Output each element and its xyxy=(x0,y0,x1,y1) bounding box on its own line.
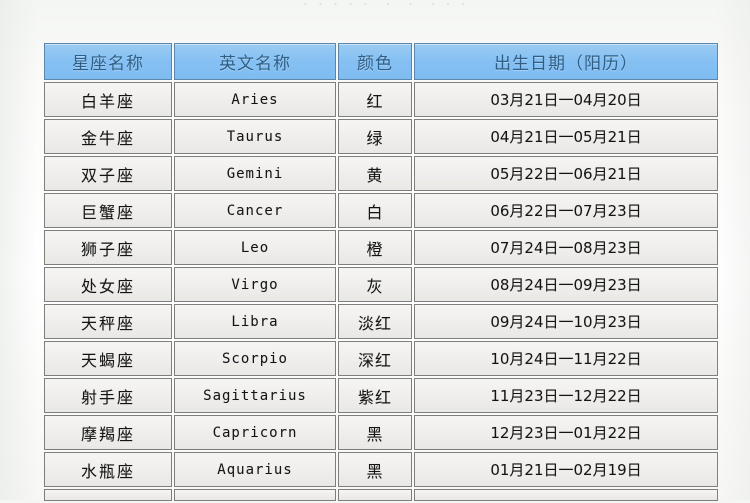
cell-date: 05月22日一06月21日 xyxy=(414,156,718,191)
column-header-color: 颜色 xyxy=(338,43,412,80)
cell-en: Aries xyxy=(174,82,336,117)
cell-en: Leo xyxy=(174,230,336,265)
cell-name: 狮子座 xyxy=(44,230,172,265)
cell-en: Capricorn xyxy=(174,415,336,450)
table-row: 天秤座 Libra 淡红 09月24日一10月23日 xyxy=(44,304,718,339)
cell-date: 08月24日一09月23日 xyxy=(414,267,718,302)
cell-color: 黑 xyxy=(338,452,412,487)
cell-en: Cancer xyxy=(174,193,336,228)
cell-color: 深红 xyxy=(338,341,412,376)
cell-date: 09月24日一10月23日 xyxy=(414,304,718,339)
cell-en: Libra xyxy=(174,304,336,339)
cell-en: Gemini xyxy=(174,156,336,191)
cell-en: Taurus xyxy=(174,119,336,154)
cell-clipped xyxy=(174,489,336,501)
table-row-clipped xyxy=(44,489,718,501)
cell-name: 双子座 xyxy=(44,156,172,191)
table-row: 金牛座 Taurus 绿 04月21日一05月21日 xyxy=(44,119,718,154)
scan-top-text-remnant: ・・・・・ ・ ・ ・・・ xyxy=(300,0,473,9)
table-row: 处女座 Virgo 灰 08月24日一09月23日 xyxy=(44,267,718,302)
table-row: 天蝎座 Scorpio 深红 10月24日一11月22日 xyxy=(44,341,718,376)
table-body: 白羊座 Aries 红 03月21日一04月20日 金牛座 Taurus 绿 04月21日一0… xyxy=(44,82,718,501)
cell-date: 11月23日一12月22日 xyxy=(414,378,718,413)
zodiac-table-container: 星座名称 英文名称 颜色 出生日期（阳历） 白羊座 Aries 红 03月21日一04… xyxy=(42,41,718,503)
cell-name: 巨蟹座 xyxy=(44,193,172,228)
cell-clipped xyxy=(44,489,172,501)
cell-color: 白 xyxy=(338,193,412,228)
cell-date: 06月22日一07月23日 xyxy=(414,193,718,228)
cell-name: 金牛座 xyxy=(44,119,172,154)
zodiac-sign-table: 星座名称 英文名称 颜色 出生日期（阳历） 白羊座 Aries 红 03月21日一04… xyxy=(42,41,720,503)
table-row: 白羊座 Aries 红 03月21日一04月20日 xyxy=(44,82,718,117)
cell-en: Sagittarius xyxy=(174,378,336,413)
cell-date: 07月24日一08月23日 xyxy=(414,230,718,265)
column-header-birth-date: 出生日期（阳历） xyxy=(414,43,718,80)
column-header-sign-name: 星座名称 xyxy=(44,43,172,80)
table-row: 射手座 Sagittarius 紫红 11月23日一12月22日 xyxy=(44,378,718,413)
column-header-english-name: 英文名称 xyxy=(174,43,336,80)
cell-date: 03月21日一04月20日 xyxy=(414,82,718,117)
cell-color: 紫红 xyxy=(338,378,412,413)
cell-en: Virgo xyxy=(174,267,336,302)
cell-name: 处女座 xyxy=(44,267,172,302)
cell-name: 天秤座 xyxy=(44,304,172,339)
cell-date: 12月23日一01月22日 xyxy=(414,415,718,450)
cell-color: 橙 xyxy=(338,230,412,265)
cell-date: 01月21日一02月19日 xyxy=(414,452,718,487)
cell-color: 灰 xyxy=(338,267,412,302)
table-row: 水瓶座 Aquarius 黑 01月21日一02月19日 xyxy=(44,452,718,487)
table-row: 巨蟹座 Cancer 白 06月22日一07月23日 xyxy=(44,193,718,228)
cell-clipped xyxy=(338,489,412,501)
cell-date: 10月24日一11月22日 xyxy=(414,341,718,376)
cell-name: 摩羯座 xyxy=(44,415,172,450)
table-row: 双子座 Gemini 黄 05月22日一06月21日 xyxy=(44,156,718,191)
cell-en: Scorpio xyxy=(174,341,336,376)
cell-color: 红 xyxy=(338,82,412,117)
cell-en: Aquarius xyxy=(174,452,336,487)
cell-date: 04月21日一05月21日 xyxy=(414,119,718,154)
cell-name: 水瓶座 xyxy=(44,452,172,487)
table-header: 星座名称 英文名称 颜色 出生日期（阳历） xyxy=(44,43,718,80)
cell-color: 黑 xyxy=(338,415,412,450)
table-row: 狮子座 Leo 橙 07月24日一08月23日 xyxy=(44,230,718,265)
table-row: 摩羯座 Capricorn 黑 12月23日一01月22日 xyxy=(44,415,718,450)
cell-name: 射手座 xyxy=(44,378,172,413)
cell-clipped xyxy=(414,489,718,501)
cell-color: 淡红 xyxy=(338,304,412,339)
table-header-row: 星座名称 英文名称 颜色 出生日期（阳历） xyxy=(44,43,718,80)
cell-color: 黄 xyxy=(338,156,412,191)
cell-color: 绿 xyxy=(338,119,412,154)
cell-name: 天蝎座 xyxy=(44,341,172,376)
cell-name: 白羊座 xyxy=(44,82,172,117)
